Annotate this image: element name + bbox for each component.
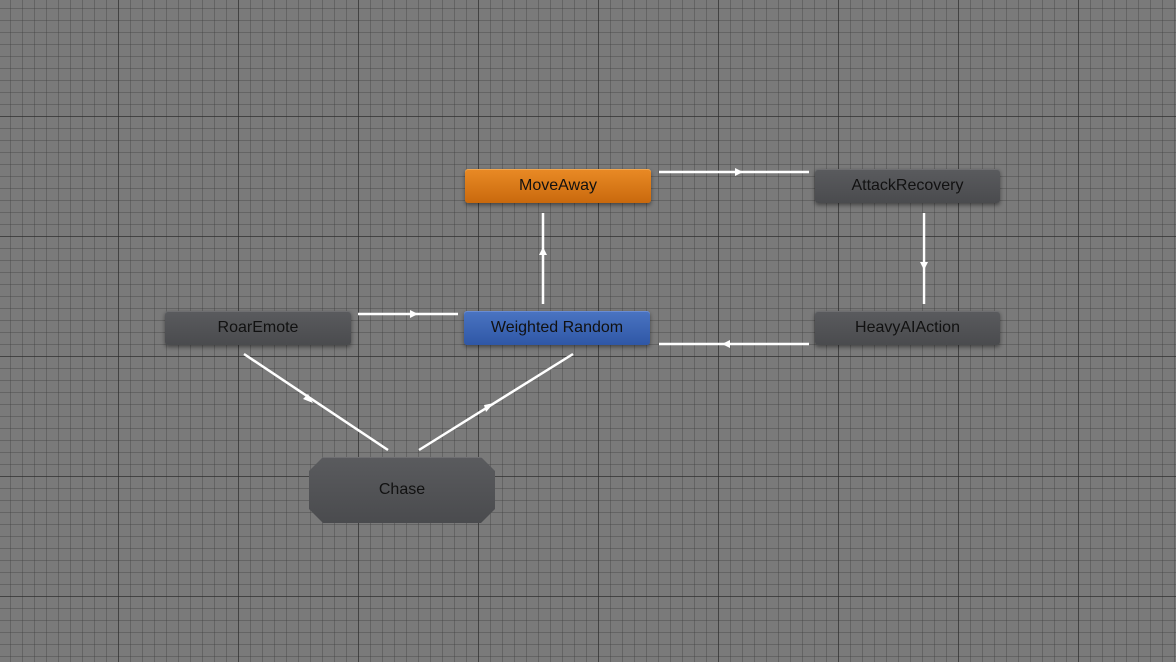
transition-chase-weightedrandom[interactable]: [418, 352, 574, 452]
arrow-up-icon: [539, 247, 547, 255]
arrow-down-icon: [920, 262, 928, 270]
transition-heavyaiaction-weightedrandom[interactable]: [659, 340, 809, 348]
state-node-heavyaiaction[interactable]: HeavyAIAction: [815, 311, 1000, 345]
arrow-right-icon: [410, 310, 418, 318]
state-label: RoarEmote: [217, 319, 299, 336]
arrow-left-icon: [722, 340, 730, 348]
state-label: Weighted Random: [490, 319, 624, 336]
state-label: AttackRecovery: [851, 177, 964, 194]
state-label: HeavyAIAction: [855, 319, 960, 336]
transition-roaremote-weightedrandom[interactable]: [358, 310, 458, 318]
state-node-moveaway[interactable]: MoveAway: [465, 169, 651, 203]
substate-machine-node-chase[interactable]: Chase: [309, 457, 495, 523]
state-label: Chase: [378, 481, 426, 498]
arrow-right-icon: [735, 168, 743, 176]
state-node-weightedrandom[interactable]: Weighted Random: [464, 311, 650, 345]
transition-weightedrandom-moveaway[interactable]: [539, 213, 547, 304]
transition-attackrecovery-heavyaiaction[interactable]: [920, 213, 928, 304]
arrow-up-right-icon: [484, 403, 494, 412]
state-label: MoveAway: [519, 177, 597, 194]
animator-graph-canvas[interactable]: MoveAway AttackRecovery RoarEmote Weight…: [0, 0, 1176, 662]
state-node-attackrecovery[interactable]: AttackRecovery: [815, 169, 1000, 203]
state-node-roaremote[interactable]: RoarEmote: [165, 311, 351, 345]
transition-moveaway-attackrecovery[interactable]: [659, 168, 809, 176]
transition-roaremote-chase[interactable]: [243, 352, 389, 452]
